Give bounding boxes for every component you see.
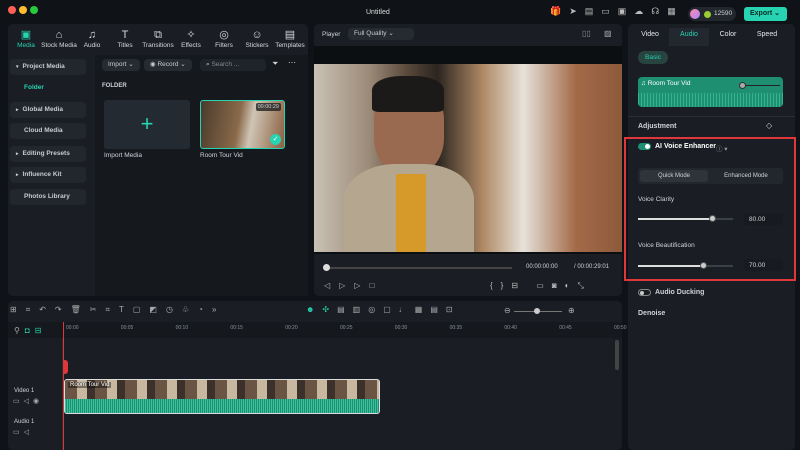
sidebar-item-cloud-media[interactable]: Cloud Media <box>10 123 86 139</box>
audio-waveform-card: ♫ Room Tour Vid <box>638 77 783 107</box>
current-time: 00:00:00:00 <box>526 264 558 270</box>
tab-templates[interactable]: ▤ Templates <box>270 28 310 49</box>
ruler-tick: 00:25 <box>340 325 353 331</box>
clip-duration: 00:00:29 <box>255 103 281 111</box>
keyframe-icon[interactable]: ◇ <box>766 121 772 130</box>
volume-handle[interactable] <box>739 82 746 89</box>
help-icon[interactable]: ⓘ ▾ <box>716 143 728 153</box>
timeline-clip-label: Room Tour Vid <box>68 382 112 388</box>
timeline-video-clip[interactable]: Room Tour Vid <box>64 379 380 414</box>
quick-mode-button[interactable]: Quick Mode <box>640 170 708 182</box>
enhanced-mode-button[interactable]: Enhanced Mode <box>710 170 782 182</box>
playback-scrubber[interactable] <box>326 267 512 269</box>
voice-clarity-slider[interactable] <box>638 215 733 222</box>
ruler-tick: 00:05 <box>120 325 134 331</box>
sidebar-item-influence-kit[interactable]: ▸ Influence Kit <box>10 167 86 183</box>
timeline-ruler[interactable] <box>8 322 622 338</box>
tab-speed[interactable]: Speed <box>747 28 787 46</box>
zoom-in-icon[interactable]: ⊕ <box>568 306 575 315</box>
media-clip-thumbnail[interactable]: 00:00:29 ✓ <box>200 100 285 149</box>
templates-icon: ▤ <box>284 29 296 41</box>
import-media-button[interactable]: + <box>104 100 190 149</box>
media-content <box>95 55 308 296</box>
voice-beautification-slider[interactable] <box>638 262 733 269</box>
avatar <box>690 9 700 19</box>
ruler-tick: 00:30 <box>394 325 408 331</box>
audio-clip-name: ♫ Room Tour Vid <box>641 80 691 87</box>
sidebar-item-editing-presets[interactable]: ▸ Editing Presets <box>10 146 86 162</box>
ruler-tick: 00:10 <box>175 325 189 331</box>
tab-video[interactable]: Video <box>630 28 670 46</box>
playhead[interactable] <box>63 322 64 450</box>
close-window-button[interactable] <box>8 6 16 14</box>
zoom-out-icon[interactable]: ⊖ <box>504 306 511 315</box>
edit-toolbar[interactable]: ⊞⌗↶↷🗑✂⌗T▢◩◷♧◔» <box>10 305 225 315</box>
timeline-scrollbar[interactable] <box>615 340 619 370</box>
voice-beautification-label: Voice Beautification <box>638 242 695 249</box>
snapshot-icon[interactable]: ▨ <box>604 29 612 38</box>
sidebar-item-folder[interactable]: Folder <box>10 80 86 96</box>
search-input[interactable]: ⌕ Search ... <box>200 59 266 71</box>
quality-dropdown[interactable]: Full Quality ⌄ <box>348 28 414 40</box>
voice-clarity-input[interactable]: 80.00 <box>744 213 783 225</box>
more-icon[interactable]: ⋯ <box>288 58 296 67</box>
check-icon: ✓ <box>270 134 281 145</box>
media-clip-name: Room Tour Vid <box>200 152 243 159</box>
playback-controls[interactable]: ◁▷▷□ <box>324 281 383 290</box>
export-button[interactable]: Export ⌄ <box>744 7 787 21</box>
window-title: Untitled <box>366 9 390 16</box>
ruler-tick: 00:50 <box>614 325 627 331</box>
coin-icon <box>704 11 711 18</box>
track-tools[interactable]: ⚲◘⊟ <box>14 326 46 335</box>
denoise-heading[interactable]: Denoise <box>638 310 665 317</box>
voice-beautification-input[interactable]: 70.00 <box>744 259 783 271</box>
media-tabs: ▣ Media ⌂ Stock Media ♫ Audio T Titles ⧉ Transiti… <box>8 24 308 55</box>
folder-label: FOLDER <box>102 83 127 89</box>
ruler-tick: 00:00 <box>66 325 79 331</box>
player-tools[interactable]: {}⊟ ▭◙◐⤡ <box>490 281 592 291</box>
ruler-tick: 00:35 <box>449 325 463 331</box>
zoom-slider[interactable] <box>514 308 562 314</box>
compare-icon[interactable]: ▯▯ <box>582 29 591 38</box>
maximize-window-button[interactable] <box>30 6 38 14</box>
tab-audio[interactable]: Audio <box>669 28 709 46</box>
total-time: / 00:00:29:01 <box>574 264 610 270</box>
voice-clarity-label: Voice Clarity <box>638 196 675 203</box>
minimize-window-button[interactable] <box>19 6 27 14</box>
sidebar-item-photos-library[interactable]: Photos Library <box>10 189 86 205</box>
credits-count: 12590 <box>714 10 733 17</box>
voice-enhancer-label: AI Voice Enhancer <box>655 143 716 150</box>
credits-badge[interactable]: 12590 <box>688 7 736 21</box>
video-frame <box>314 64 622 252</box>
ruler-tick: 00:20 <box>285 325 298 331</box>
tab-color[interactable]: Color <box>708 28 748 46</box>
sidebar-item-global-media[interactable]: ▸ Global Media <box>10 102 86 118</box>
toolbar-icons[interactable]: 🎁➤▤▭▣☁☊▦ <box>550 6 684 17</box>
basic-subtab[interactable]: Basic <box>638 51 668 64</box>
scrubber-handle[interactable] <box>323 264 330 271</box>
adjustment-heading: Adjustment <box>638 123 677 130</box>
import-media-label: Import Media <box>104 152 142 159</box>
audio-ducking-label: Audio Ducking <box>655 289 705 296</box>
filter-icon[interactable]: ⏷ <box>272 59 278 69</box>
ruler-tick: 00:15 <box>230 325 243 331</box>
ruler-tick: 00:40 <box>504 325 517 331</box>
player-label: Player <box>322 31 341 38</box>
sidebar-item-project-media[interactable]: ▾ Project Media <box>10 59 86 75</box>
import-dropdown[interactable]: Import ⌄ <box>102 59 140 71</box>
playhead-handle[interactable] <box>63 360 68 374</box>
audio-ducking-toggle[interactable] <box>638 289 651 296</box>
record-dropdown[interactable]: ◉ Record ⌄ <box>144 59 192 71</box>
voice-enhancer-toggle[interactable] <box>638 143 651 150</box>
ai-toolbar[interactable]: ☻✣▤▥◎▢♩▦▤⊡ <box>306 305 461 314</box>
ruler-tick: 00:45 <box>559 325 572 331</box>
